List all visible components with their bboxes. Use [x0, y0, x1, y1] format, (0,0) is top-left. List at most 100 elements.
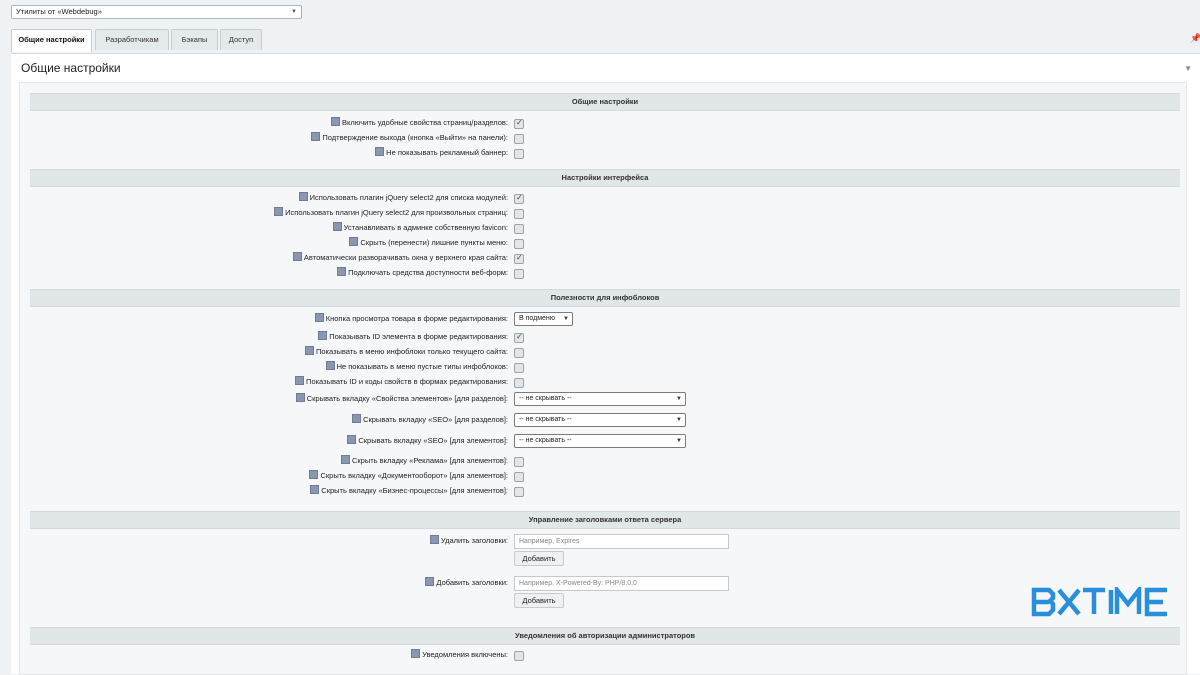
setting-row: Кнопка просмотра товара в форме редактир…	[20, 312, 1186, 326]
setting-checkbox[interactable]	[514, 269, 524, 279]
setting-label-text: Скрыть вкладку «Документооборот» [для эл…	[320, 471, 508, 480]
help-hint-icon[interactable]	[314, 313, 324, 322]
tab-access[interactable]: Доступ	[220, 29, 262, 50]
module-select[interactable]: Утилиты от «Webdebug» ▼	[11, 5, 302, 19]
help-hint-icon[interactable]	[325, 361, 335, 370]
help-hint-icon[interactable]	[309, 470, 319, 479]
setting-label: Скрывать вкладку «Свойства элементов» [д…	[295, 392, 508, 406]
help-hint-icon[interactable]	[375, 147, 385, 156]
panel-title: Общие настройки	[21, 61, 121, 75]
help-hint-icon[interactable]	[331, 117, 341, 126]
help-hint-icon[interactable]	[298, 192, 308, 201]
setting-row: Включить удобные свойства страниц/раздел…	[20, 116, 1186, 130]
setting-checkbox[interactable]	[514, 332, 524, 343]
setting-label: Подтверждение выхода (кнопка «Выйти» на …	[311, 131, 508, 145]
help-hint-icon[interactable]	[304, 346, 314, 355]
header-input[interactable]: Например, Expires	[514, 534, 729, 549]
tab-general[interactable]: Общие настройки	[11, 29, 92, 52]
setting-label: Не показывать рекламный баннер:	[375, 146, 508, 160]
header-input[interactable]: Например, X-Powered-By: PHP/8.0.0	[514, 576, 729, 591]
add-header-button[interactable]: Добавить	[514, 593, 564, 608]
help-hint-icon[interactable]	[292, 252, 302, 261]
setting-label-text: Скрыть вкладку «Бизнес-процессы» [для эл…	[321, 486, 508, 495]
setting-row: Не показывать рекламный баннер:	[20, 146, 1186, 160]
setting-label-text: Скрывать вкладку «Свойства элементов» [д…	[306, 394, 508, 403]
help-hint-icon[interactable]	[310, 485, 320, 494]
setting-label-text: Автоматически разворачивать окна у верхн…	[303, 253, 508, 262]
setting-label-text: Включить удобные свойства страниц/раздел…	[342, 118, 508, 127]
help-hint-icon[interactable]	[295, 376, 305, 385]
help-hint-icon[interactable]	[347, 435, 357, 444]
setting-row: Скрыть вкладку «Реклама» [для элементов]…	[20, 454, 1186, 468]
help-hint-icon[interactable]	[340, 455, 350, 464]
setting-label-text: Подключать средства доступности веб-форм…	[348, 268, 508, 277]
setting-label-text: Скрывать вкладку «SEO» [для разделов]:	[363, 415, 508, 424]
help-hint-icon[interactable]	[337, 267, 347, 276]
help-hint-icon[interactable]	[318, 331, 328, 340]
setting-checkbox[interactable]	[514, 149, 524, 159]
setting-checkbox[interactable]	[514, 209, 524, 219]
setting-select[interactable]: -- не скрывать -- ▼	[514, 413, 686, 427]
setting-checkbox[interactable]	[514, 472, 524, 482]
setting-label: Скрыть (перенести) лишние пункты меню:	[349, 236, 508, 250]
help-hint-icon[interactable]	[425, 577, 435, 586]
tab-developers[interactable]: Разработчикам	[95, 29, 169, 50]
setting-select-value: В подменю	[519, 315, 556, 322]
setting-checkbox[interactable]	[514, 348, 524, 358]
setting-label: Автоматически разворачивать окна у верхн…	[292, 251, 508, 265]
tab-backups[interactable]: Бэкапы	[171, 29, 218, 50]
section-header: Управление заголовками ответа сервера	[30, 511, 1180, 529]
setting-checkbox[interactable]	[514, 224, 524, 234]
help-hint-icon[interactable]	[429, 535, 439, 544]
setting-label-text: Скрывать вкладку «SEO» [для элементов]:	[358, 436, 508, 445]
setting-select[interactable]: -- не скрывать -- ▼	[514, 434, 686, 448]
setting-label-text: Подтверждение выхода (кнопка «Выйти» на …	[322, 133, 508, 142]
setting-select[interactable]: -- не скрывать -- ▼	[514, 392, 686, 406]
setting-checkbox[interactable]	[514, 253, 524, 264]
help-hint-icon[interactable]	[332, 222, 342, 231]
setting-label: Скрывать вкладку «SEO» [для элементов]:	[347, 434, 508, 448]
setting-label: Подключать средства доступности веб-форм…	[337, 266, 508, 280]
logo-letter	[1144, 587, 1167, 617]
setting-checkbox[interactable]	[514, 363, 524, 373]
setting-label-text: Устанавливать в админке собственную favi…	[343, 223, 508, 232]
setting-row: Автоматически разворачивать окна у верхн…	[20, 251, 1186, 265]
setting-select-value: -- не скрывать --	[519, 416, 572, 423]
setting-row: Показывать ID и коды свойств в формах ре…	[20, 375, 1186, 389]
setting-checkbox[interactable]	[514, 118, 524, 129]
module-select-value: Утилиты от «Webdebug»	[16, 7, 102, 16]
setting-label: Использовать плагин jQuery select2 для с…	[298, 191, 508, 205]
help-hint-icon[interactable]	[311, 132, 321, 141]
section-header: Уведомления об авторизации администратор…	[30, 627, 1180, 645]
collapse-icon[interactable]: ▼	[1184, 64, 1192, 73]
setting-row: Скрывать вкладку «SEO» [для разделов]: --…	[20, 413, 1186, 427]
setting-select[interactable]: В подменю ▼	[514, 312, 573, 326]
setting-row: Использовать плагин jQuery select2 для п…	[20, 206, 1186, 220]
setting-label: Показывать в меню инфоблоки только текущ…	[304, 345, 508, 359]
setting-label: Устанавливать в админке собственную favi…	[332, 221, 508, 235]
add-header-button[interactable]: Добавить	[514, 551, 564, 566]
chevron-down-icon: ▼	[676, 396, 682, 402]
logo-letter	[1114, 587, 1142, 614]
setting-row: Скрывать вкладку «SEO» [для элементов]: -…	[20, 434, 1186, 448]
setting-label: Не показывать в меню пустые типы инфобло…	[325, 360, 508, 374]
setting-checkbox[interactable]	[514, 487, 524, 497]
bxtime-logo	[1031, 587, 1167, 617]
setting-checkbox[interactable]	[514, 457, 524, 467]
help-hint-icon[interactable]	[349, 237, 359, 246]
setting-label-text: Скрыть (перенести) лишние пункты меню:	[360, 238, 508, 247]
setting-label-text: Скрыть вкладку «Реклама» [для элементов]…	[351, 456, 508, 465]
pin-icon[interactable]: 📌	[1190, 33, 1200, 44]
help-hint-icon[interactable]	[295, 393, 305, 402]
setting-checkbox[interactable]	[514, 134, 524, 144]
setting-label-text: Добавить заголовки:	[436, 578, 508, 587]
setting-checkbox[interactable]	[514, 651, 524, 661]
chevron-down-icon: ▼	[291, 9, 297, 15]
help-hint-icon[interactable]	[352, 414, 362, 423]
setting-checkbox[interactable]	[514, 239, 524, 249]
help-hint-icon[interactable]	[411, 649, 421, 658]
help-hint-icon[interactable]	[274, 207, 284, 216]
setting-checkbox[interactable]	[514, 378, 524, 388]
setting-checkbox[interactable]	[514, 193, 524, 204]
setting-row: Подключать средства доступности веб-форм…	[20, 266, 1186, 280]
